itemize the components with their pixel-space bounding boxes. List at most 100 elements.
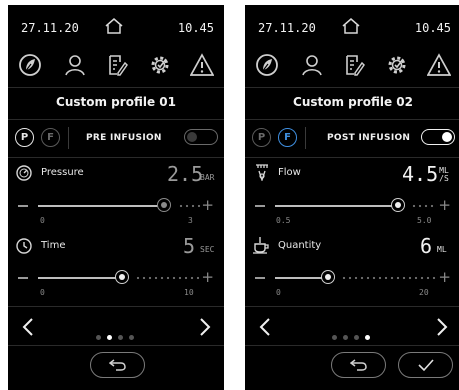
phase-toggle[interactable] (421, 129, 455, 145)
status-bar: 27.11.20 10.45 (8, 5, 224, 45)
confirm-button[interactable] (398, 352, 453, 378)
increase-button[interactable]: + (201, 196, 214, 214)
slider-min-label: 0 (276, 288, 281, 297)
status-bar: 27.11.20 10.45 (245, 5, 459, 45)
undo-icon (109, 359, 126, 371)
time-slider[interactable]: + (18, 268, 214, 288)
user-icon[interactable] (300, 53, 324, 81)
decrease-button[interactable] (18, 277, 28, 279)
notes-icon[interactable] (342, 53, 366, 81)
warning-icon[interactable] (426, 53, 452, 81)
slider-rest (341, 276, 437, 280)
param-value: 6 (420, 234, 433, 258)
chevron-right-icon[interactable] (436, 317, 448, 341)
notes-icon[interactable] (105, 53, 129, 81)
param-label: Flow (278, 167, 301, 178)
shower-icon (254, 163, 270, 185)
back-button[interactable] (90, 352, 145, 378)
slider-rest (135, 276, 199, 280)
slider-thumb[interactable] (321, 270, 335, 284)
date-label: 27.11.20 (258, 21, 316, 35)
profile-panel-2: 27.11.20 10.45 Custom profile 02 P F POS… (245, 5, 459, 390)
pressure-slider[interactable]: + (18, 196, 214, 216)
decrease-button[interactable] (18, 205, 28, 207)
slider-max-label: 5.0 (417, 216, 432, 225)
mode-flow-button[interactable]: F (41, 128, 60, 147)
warning-icon[interactable] (189, 53, 215, 81)
quantity-slider[interactable]: + (255, 268, 451, 288)
chevron-left-icon[interactable] (22, 317, 34, 341)
profile-title: Custom profile 02 (293, 95, 413, 109)
slider-min-label: 0 (40, 216, 45, 225)
divider (8, 157, 224, 158)
home-icon[interactable] (104, 18, 124, 38)
home-icon[interactable] (341, 18, 361, 38)
divider (245, 306, 459, 307)
page-dot (107, 335, 112, 340)
pressure-gauge-icon (16, 165, 32, 185)
timer-icon (16, 238, 32, 258)
slider-min-label: 0 (40, 288, 45, 297)
param-unit: ML /S (438, 167, 450, 183)
check-icon (418, 359, 434, 372)
divider (8, 119, 224, 120)
param-unit: ML (437, 245, 447, 254)
divider (305, 127, 306, 149)
slider-thumb[interactable] (157, 198, 171, 212)
mode-pressure-button[interactable]: P (252, 128, 271, 147)
mode-pressure-button[interactable]: P (15, 128, 34, 147)
decrease-button[interactable] (255, 277, 265, 279)
page-dot (332, 335, 337, 340)
main-menu (245, 49, 459, 83)
back-button[interactable] (331, 352, 386, 378)
page-dot (354, 335, 359, 340)
slider-thumb[interactable] (391, 198, 405, 212)
decrease-button[interactable] (255, 205, 265, 207)
slider-max-label: 10 (184, 288, 194, 297)
chevron-left-icon[interactable] (259, 317, 271, 341)
phase-toggle[interactable] (184, 129, 218, 145)
param-label: Time (41, 240, 66, 251)
settings-icon[interactable] (148, 53, 172, 81)
param-unit: SEC (200, 245, 215, 254)
profile-panel-1: 27.11.20 10.45 Custom profile 01 P F PRE… (8, 5, 224, 390)
slider-max-label: 20 (419, 288, 429, 297)
divider (245, 345, 459, 346)
unit-bottom: /S (439, 174, 449, 183)
slider-rest (178, 204, 200, 208)
page-dot (129, 335, 134, 340)
page-dot (96, 335, 101, 340)
cup-icon (252, 236, 270, 258)
slider-rest (411, 204, 437, 208)
page-indicator (93, 325, 137, 340)
leaf-icon[interactable] (255, 53, 279, 81)
divider (8, 345, 224, 346)
page-dot (118, 335, 123, 340)
date-label: 27.11.20 (21, 21, 79, 35)
increase-button[interactable]: + (438, 196, 451, 214)
user-icon[interactable] (63, 53, 87, 81)
profile-title: Custom profile 01 (56, 95, 176, 109)
undo-icon (350, 359, 367, 371)
leaf-icon[interactable] (18, 53, 42, 81)
flow-slider[interactable]: + (255, 196, 451, 216)
toggle-knob (442, 132, 452, 142)
slider-max-label: 3 (188, 216, 193, 225)
time-label: 10.45 (177, 21, 214, 35)
slider-thumb[interactable] (115, 270, 129, 284)
toggle-knob (187, 132, 197, 142)
settings-icon[interactable] (385, 53, 409, 81)
divider (8, 87, 224, 88)
mode-flow-button[interactable]: F (278, 128, 297, 147)
divider (245, 119, 459, 120)
param-value: 4.5 (402, 162, 439, 186)
slider-fill (38, 277, 122, 279)
slider-fill (275, 205, 398, 207)
page-dot (343, 335, 348, 340)
param-label: Quantity (278, 240, 322, 251)
chevron-right-icon[interactable] (199, 317, 211, 341)
increase-button[interactable]: + (201, 268, 214, 286)
phase-label: PRE INFUSION (86, 133, 162, 143)
increase-button[interactable]: + (438, 268, 451, 286)
slider-min-label: 0.5 (276, 216, 291, 225)
